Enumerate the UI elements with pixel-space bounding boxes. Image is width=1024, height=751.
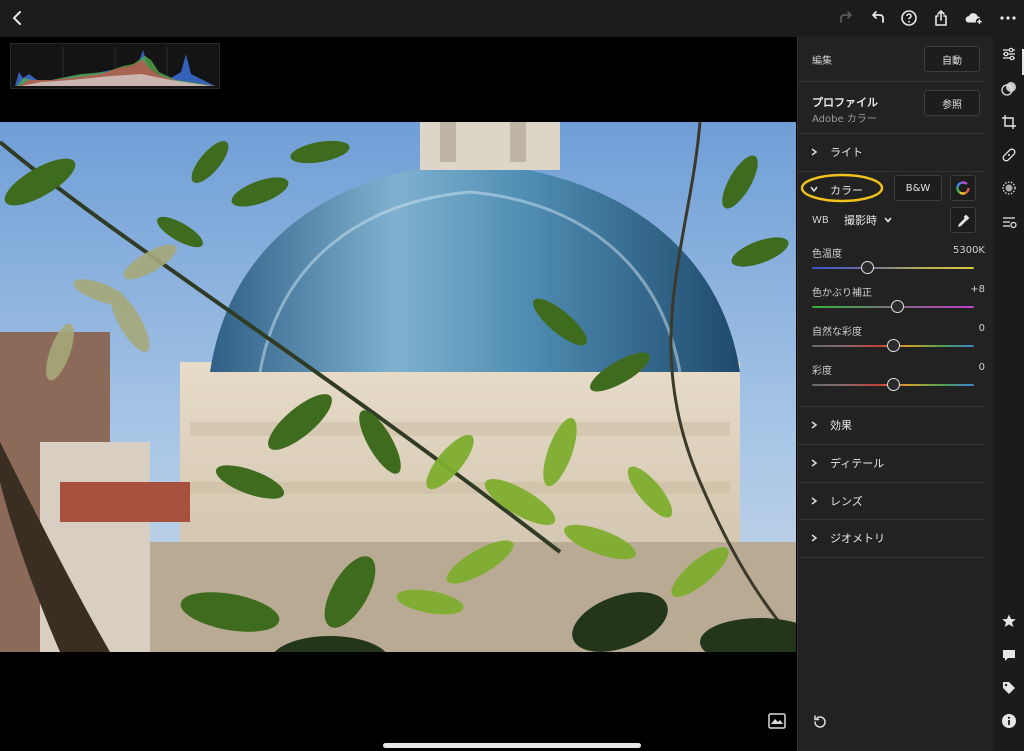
cloud-icon[interactable] [962, 6, 986, 30]
photo-image[interactable] [0, 122, 796, 652]
slider-saturation-label: 彩度 [812, 366, 832, 377]
rating-icon[interactable] [999, 611, 1018, 630]
section-light[interactable]: ライト [798, 134, 984, 171]
auto-button[interactable]: 自動 [924, 46, 980, 72]
slider-temperature-track[interactable] [812, 267, 974, 269]
more-icon[interactable] [996, 6, 1020, 30]
tag-icon[interactable] [999, 678, 1018, 697]
edit-label: 編集 [812, 56, 832, 67]
color-mixer-icon[interactable] [950, 175, 976, 201]
share-icon[interactable] [929, 6, 953, 30]
profile-value[interactable]: Adobe カラー [812, 110, 877, 125]
profile-label: プロファイル [812, 96, 878, 109]
photo-canvas [0, 37, 797, 751]
slider-saturation-knob[interactable] [886, 378, 900, 391]
section-color[interactable]: カラー B&W [798, 173, 984, 207]
help-icon[interactable] [897, 6, 921, 30]
chevron-right-icon [811, 497, 818, 505]
divider [798, 171, 984, 172]
slider-tint-knob[interactable] [891, 300, 905, 313]
slider-temperature-knob[interactable] [860, 261, 874, 274]
slider-saturation-value: 0 [978, 362, 985, 373]
edit-sliders-icon[interactable] [999, 44, 1018, 63]
chevron-right-icon [811, 421, 818, 429]
section-geometry-label: ジオメトリ [830, 532, 885, 545]
chevron-right-icon [811, 534, 818, 542]
section-effects[interactable]: 効果 [798, 407, 984, 444]
chevron-down-icon [810, 186, 818, 193]
edit-panel: 編集 自動 プロファイル Adobe カラー 参照 ライト カラー B&W WB… [797, 37, 993, 751]
chevron-right-icon [811, 148, 818, 156]
slider-tint-value: +8 [970, 284, 985, 295]
chevron-right-icon [811, 459, 818, 467]
section-lens[interactable]: レンズ [798, 483, 984, 520]
wb-label: WB [812, 215, 829, 226]
wb-dropdown[interactable]: 撮影時 [844, 211, 893, 229]
undo-icon[interactable] [866, 6, 890, 30]
slider-temperature-label: 色温度 [812, 249, 842, 260]
divider [798, 557, 984, 558]
versions-icon[interactable] [999, 212, 1018, 231]
compare-icon[interactable] [768, 713, 786, 729]
comment-icon[interactable] [999, 645, 1018, 664]
section-light-label: ライト [830, 146, 863, 159]
top-bar [0, 0, 1024, 37]
selective-icon[interactable] [999, 178, 1018, 197]
section-lens-label: レンズ [830, 495, 863, 508]
tool-strip [993, 37, 1024, 751]
heal-icon[interactable] [999, 145, 1018, 164]
info-icon[interactable] [999, 711, 1018, 730]
home-indicator [383, 743, 641, 748]
wb-value: 撮影時 [844, 214, 877, 227]
reset-icon[interactable] [812, 715, 830, 731]
redo-icon[interactable] [834, 6, 858, 30]
chevron-down-icon [884, 217, 892, 223]
section-color-label: カラー [830, 184, 863, 197]
section-detail[interactable]: ディテール [798, 445, 984, 482]
slider-vibrance-label: 自然な彩度 [812, 327, 862, 338]
presets-icon[interactable] [999, 79, 1018, 98]
divider [798, 81, 984, 82]
slider-tint-label: 色かぶり補正 [812, 288, 872, 299]
histogram [10, 43, 220, 89]
section-geometry[interactable]: ジオメトリ [798, 520, 984, 557]
slider-temperature-value: 5300K [952, 245, 985, 256]
slider-vibrance-knob[interactable] [886, 339, 900, 352]
slider-vibrance-value: 0 [978, 323, 985, 334]
crop-icon[interactable] [999, 112, 1018, 131]
section-detail-label: ディテール [830, 457, 885, 470]
browse-profiles-button[interactable]: 参照 [924, 90, 980, 116]
section-effects-label: 効果 [830, 419, 852, 432]
back-icon[interactable] [6, 6, 30, 30]
bw-button[interactable]: B&W [894, 175, 942, 201]
eyedropper-icon[interactable] [950, 207, 976, 233]
